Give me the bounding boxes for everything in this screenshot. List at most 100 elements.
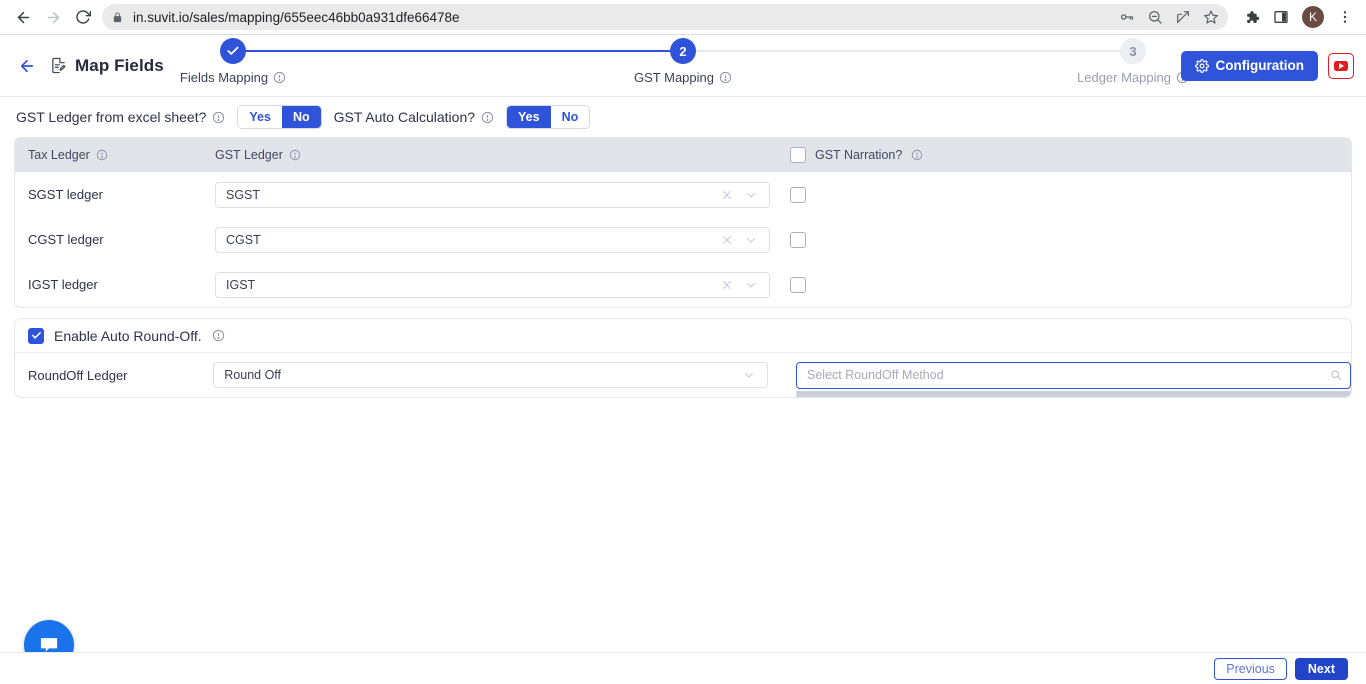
step-2-label: GST Mapping [634,70,714,85]
roundoff-method-placeholder: Select RoundOff Method [807,368,944,382]
row-narration-cell [790,231,806,248]
column-header-gst-narration: GST Narration? [790,147,923,163]
row-tax-ledger-label: CGST ledger [28,232,104,247]
enable-auto-roundoff-label: Enable Auto Round-Off. [54,327,202,344]
info-icon[interactable] [212,329,225,342]
footer: Previous Next [0,652,1366,684]
address-bar[interactable]: in.suvit.io/sales/mapping/655eec46bb0a93… [102,4,1228,30]
key-icon[interactable] [1114,4,1140,30]
step-1-circle [220,38,246,64]
roundoff-card: Enable Auto Round-Off. RoundOff Ledger R… [14,318,1352,398]
enable-auto-roundoff-checkbox[interactable] [28,327,44,344]
configuration-button[interactable]: Configuration [1180,50,1318,81]
roundoff-ledger-select-value: Round Off [224,368,282,382]
gst-ledger-select-igst[interactable]: IGST [215,271,770,298]
next-button[interactable]: Next [1294,657,1348,680]
roundoff-method-input[interactable]: Select RoundOff Method [796,361,1351,389]
gst-ledger-from-excel-yes[interactable]: Yes [238,106,282,128]
gst-ledger-from-excel-label-wrap: GST Ledger from excel sheet? [16,109,225,125]
gst-narration-checkbox-sgst[interactable] [790,186,806,203]
dropdown-option-normal[interactable]: Normal [797,390,1350,397]
gst-narration-select-all-checkbox[interactable] [790,147,806,163]
column-header-gst-narration-label: GST Narration? [815,148,903,162]
step-3-circle: 3 [1120,38,1146,64]
gst-ledger-select-value: CGST [226,232,261,247]
step-3-label-wrap: Ledger Mapping [1077,70,1189,85]
step-1-label: Fields Mapping [179,70,269,85]
gst-ledger-select-value: SGST [226,187,261,202]
row-tax-ledger-label: SGST ledger [28,187,103,202]
column-header-gst-ledger-label: GST Ledger [215,148,283,162]
gst-auto-calculation-label-wrap: GST Auto Calculation? [334,109,494,125]
column-header-tax-ledger-label: Tax Ledger [28,148,90,162]
gst-narration-checkbox-cgst[interactable] [790,231,806,248]
clear-icon[interactable] [715,189,739,201]
app-back-button[interactable] [12,51,42,81]
browser-back-button[interactable] [8,2,38,32]
stepper-connector-2 [683,50,1133,52]
app-header: Map Fields Fields Mapping 2 GST Mapping [0,35,1366,97]
browser-reload-button[interactable] [68,2,98,32]
gst-narration-checkbox-igst[interactable] [790,276,806,293]
puzzle-icon[interactable] [1238,4,1264,30]
gst-auto-calculation-toggle[interactable]: Yes No [506,105,591,129]
row-gst-ledger-cell: SGST [215,181,790,208]
gst-ledger-from-excel-no[interactable]: No [281,106,321,128]
row-tax-ledger-label: IGST ledger [28,277,98,292]
roundoff-ledger-cell: Round Off [213,362,783,388]
gear-icon [1194,58,1209,73]
info-icon[interactable] [289,149,301,161]
gst-mapping-card: Tax Ledger GST Ledger GST Narration? SGS… [14,137,1352,308]
browser-toolbar-right: K [1234,4,1358,30]
chevron-down-icon[interactable] [739,279,763,291]
info-icon[interactable] [911,149,923,161]
browser-toolbar: in.suvit.io/sales/mapping/655eec46bb0a93… [0,0,1366,34]
step-3-label: Ledger Mapping [1077,70,1171,85]
chevron-down-icon[interactable] [737,369,761,381]
zoom-out-icon[interactable] [1142,4,1168,30]
table-row: IGST ledger IGST [15,262,1351,307]
gst-auto-calculation-label: GST Auto Calculation? [333,109,476,125]
gst-auto-calculation-no[interactable]: No [550,106,590,128]
gst-ledger-select-cgst[interactable]: CGST [215,226,770,253]
gst-auto-calculation-yes[interactable]: Yes [507,106,551,128]
roundoff-ledger-label: RoundOff Ledger [28,367,128,383]
row-gst-ledger-cell: CGST [215,226,790,253]
chevron-down-icon[interactable] [739,189,763,201]
search-icon [1330,369,1342,381]
info-icon[interactable] [273,71,286,84]
main-content: Tax Ledger GST Ledger GST Narration? SGS… [0,137,1366,398]
gst-ledger-select-value: IGST [226,277,256,292]
clear-icon[interactable] [715,234,739,246]
share-icon[interactable] [1170,4,1196,30]
column-header-gst-ledger: GST Ledger [215,148,790,162]
youtube-icon[interactable] [1328,52,1354,79]
document-edit-icon [50,56,67,75]
stepper-connector-1 [233,50,683,52]
info-icon[interactable] [96,149,108,161]
previous-button[interactable]: Previous [1214,657,1287,680]
stepper: Fields Mapping 2 GST Mapping 3 Ledger Ma… [0,35,1366,97]
step-2-label-wrap: GST Mapping [634,70,732,85]
gst-ledger-from-excel-toggle[interactable]: Yes No [237,105,322,129]
row-narration-cell [790,186,806,203]
side-panel-icon[interactable] [1268,4,1294,30]
step-2-circle: 2 [670,38,696,64]
roundoff-ledger-select[interactable]: Round Off [213,362,769,388]
avatar[interactable]: K [1302,6,1324,28]
table-row: CGST ledger CGST [15,217,1351,262]
three-dot-menu-icon[interactable] [1332,4,1358,30]
info-icon[interactable] [481,111,494,124]
header-right: Configuration [1180,50,1354,81]
roundoff-method-dropdown: Normal UpWard DownWard [796,390,1351,397]
omnibox-actions [1114,4,1224,30]
info-icon[interactable] [719,71,732,84]
browser-forward-button[interactable] [38,2,68,32]
clear-icon[interactable] [715,279,739,291]
star-icon[interactable] [1198,4,1224,30]
row-narration-cell [790,276,806,293]
gst-ledger-select-sgst[interactable]: SGST [215,181,770,208]
info-icon[interactable] [212,111,225,124]
header-left: Map Fields [12,51,164,81]
chevron-down-icon[interactable] [739,234,763,246]
